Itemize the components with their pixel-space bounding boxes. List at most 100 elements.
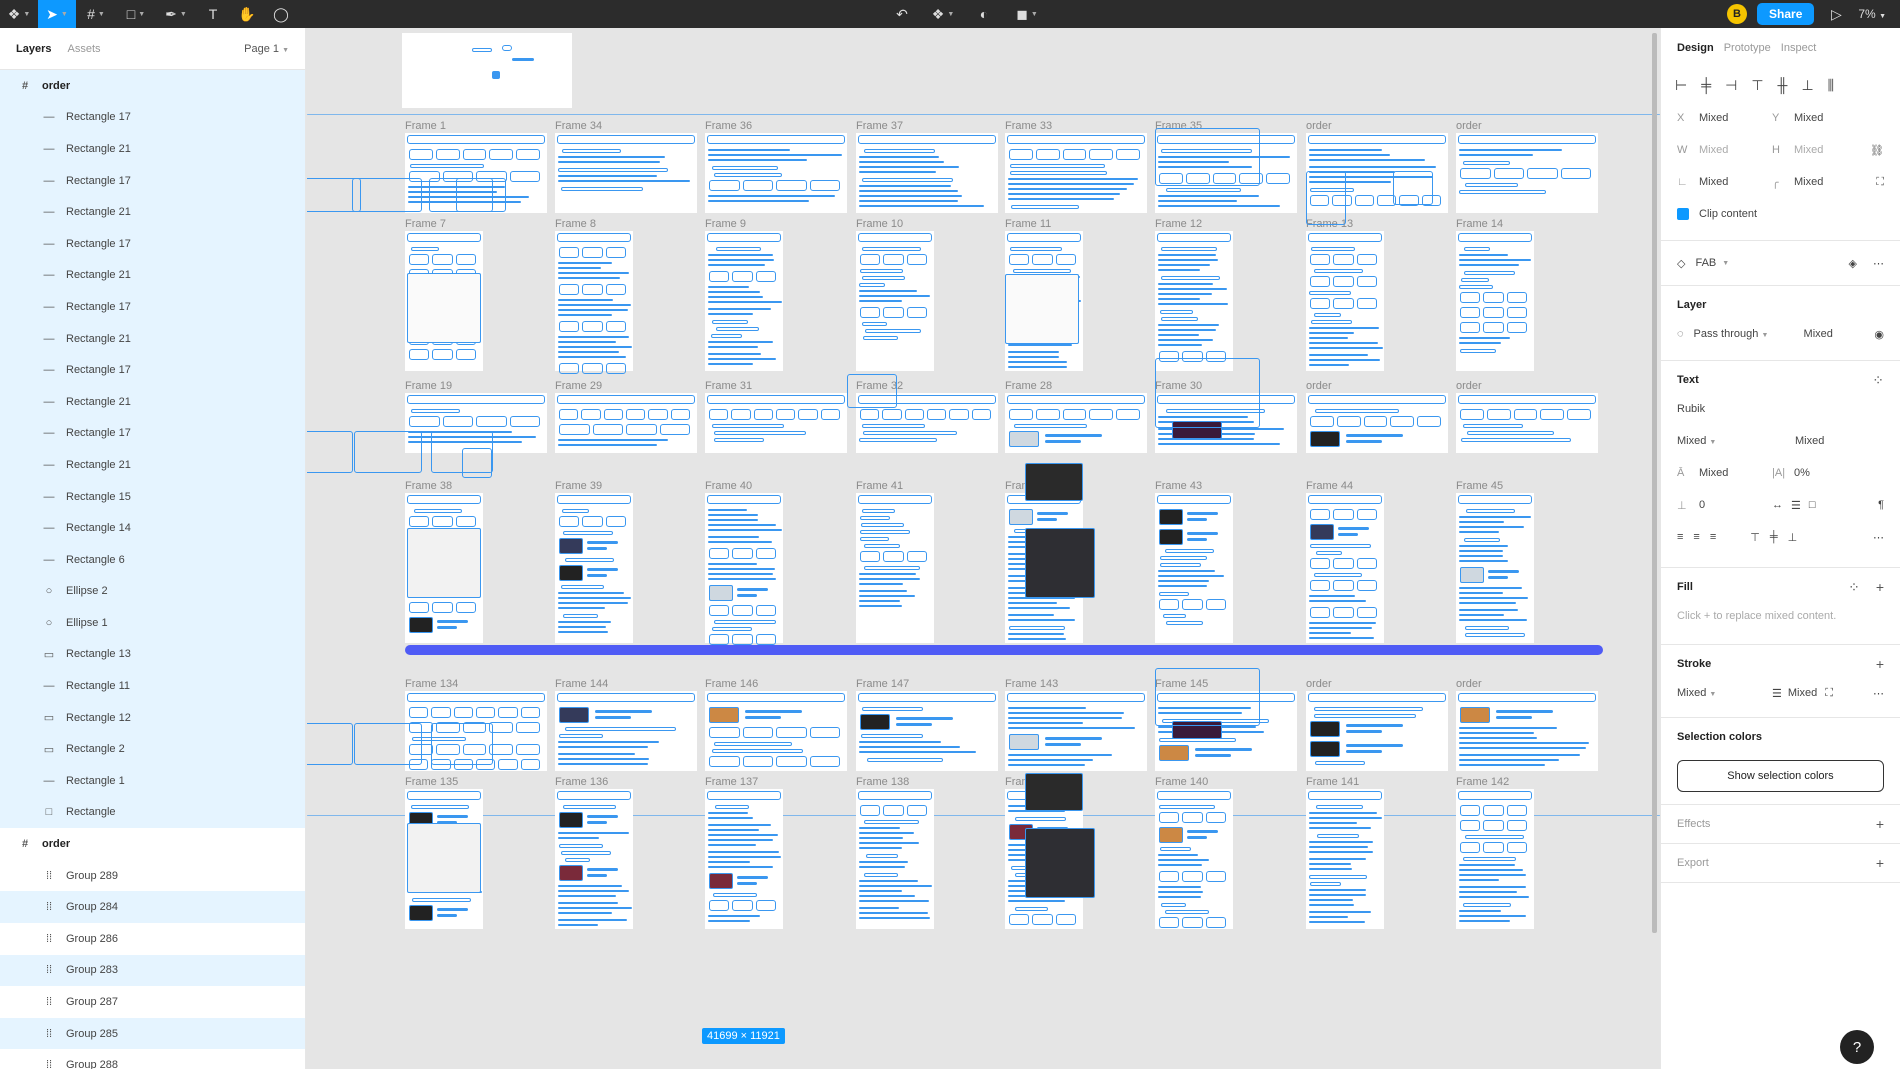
design-frame[interactable] — [856, 133, 998, 213]
design-frame[interactable] — [705, 231, 783, 371]
frame-label[interactable]: order — [1306, 120, 1332, 132]
layer-item[interactable]: ⁞⁞ Group 286 — [0, 923, 305, 955]
design-frame[interactable] — [1306, 493, 1384, 643]
clip-content-checkbox[interactable] — [1677, 208, 1689, 220]
frame-label[interactable]: Frame 147 — [856, 678, 909, 690]
frame-label[interactable]: Frame 31 — [705, 380, 752, 392]
component-button[interactable]: ❖ ▼ — [928, 0, 958, 28]
letter-spacing-input[interactable]: 0% — [1794, 467, 1810, 479]
page-selector[interactable]: Page 1 ▼ — [244, 43, 289, 55]
design-frame[interactable] — [555, 231, 633, 374]
pen-tool-button[interactable]: ✒ ▼ — [156, 0, 196, 28]
frame-label[interactable]: Frame 9 — [705, 218, 746, 230]
constrain-proportions-icon[interactable]: ⛓ — [1870, 144, 1884, 157]
layer-item[interactable]: — Rectangle 1 — [0, 765, 305, 797]
layer-item[interactable]: — Rectangle 21 — [0, 259, 305, 292]
share-button[interactable]: Share — [1757, 3, 1815, 25]
distribute-icon[interactable]: ⫼ — [1828, 77, 1834, 94]
add-effect-icon[interactable]: + — [1876, 816, 1884, 832]
fill-styles-icon[interactable]: ⁘ — [1848, 579, 1860, 596]
frame-label[interactable]: order — [1456, 380, 1482, 392]
align-middle-icon[interactable]: ╫ — [1778, 77, 1788, 93]
design-frame[interactable] — [1155, 231, 1233, 371]
tab-prototype[interactable]: Prototype — [1724, 42, 1771, 54]
vertical-scrollbar[interactable] — [1652, 33, 1657, 933]
frame-label[interactable]: Frame 140 — [1155, 776, 1208, 788]
component-name[interactable]: FAB — [1695, 257, 1716, 269]
stroke-weight-input[interactable]: Mixed — [1788, 687, 1817, 699]
frame-label[interactable]: Frame 14 — [1456, 218, 1503, 230]
layer-item[interactable]: ⁞⁞ Group 287 — [0, 986, 305, 1018]
layer-item[interactable]: ⁞⁞ Group 283 — [0, 954, 305, 987]
align-top-icon[interactable]: ⊤ — [1751, 77, 1763, 94]
layer-item[interactable]: — Rectangle 17 — [0, 164, 305, 197]
design-frame[interactable] — [1005, 691, 1147, 771]
fixed-size-icon[interactable]: □ — [1809, 499, 1816, 511]
move-tool-button[interactable]: ➤ ▼ — [38, 0, 76, 28]
frame-tool-button[interactable]: # ▼ — [76, 0, 116, 28]
show-selection-colors-button[interactable]: Show selection colors — [1677, 760, 1884, 792]
h-input[interactable]: Mixed — [1794, 144, 1823, 156]
layer-item[interactable]: — Rectangle 6 — [0, 543, 305, 576]
frame-label[interactable]: Frame 34 — [555, 120, 602, 132]
design-frame[interactable] — [856, 231, 934, 371]
frame-label[interactable]: Frame 10 — [856, 218, 903, 230]
frame-label[interactable]: Frame 142 — [1456, 776, 1509, 788]
align-bottom-icon[interactable]: ⊥ — [1801, 77, 1813, 94]
y-input[interactable]: Mixed — [1794, 112, 1823, 124]
design-frame[interactable] — [1306, 231, 1384, 371]
layer-item[interactable]: ○ Ellipse 1 — [0, 607, 305, 639]
frame-label[interactable]: Frame 1 — [405, 120, 446, 132]
design-frame[interactable] — [555, 493, 633, 643]
tab-design[interactable]: Design — [1677, 42, 1714, 54]
minimap-frame[interactable] — [402, 33, 572, 108]
auto-height-icon[interactable]: ☰ — [1791, 499, 1801, 512]
design-frame[interactable] — [1005, 393, 1147, 453]
add-export-icon[interactable]: + — [1876, 855, 1884, 871]
blend-mode-select[interactable]: Pass through ▼ — [1694, 328, 1804, 340]
frame-label[interactable]: Frame 44 — [1306, 480, 1353, 492]
tab-layers[interactable]: Layers — [16, 43, 51, 55]
add-stroke-icon[interactable]: + — [1876, 656, 1884, 672]
frame-label[interactable]: order — [1456, 678, 1482, 690]
align-text-top-icon[interactable]: ⊤ — [1750, 531, 1760, 544]
align-text-bottom-icon[interactable]: ⊥ — [1788, 531, 1798, 544]
layer-item[interactable]: — Rectangle 17 — [0, 227, 305, 260]
frame-label[interactable]: Frame 12 — [1155, 218, 1202, 230]
design-frame[interactable] — [1456, 393, 1598, 453]
frame-label[interactable]: order — [1306, 678, 1332, 690]
frame-label[interactable]: Frame 8 — [555, 218, 596, 230]
layer-item[interactable]: — Rectangle 17 — [0, 354, 305, 386]
text-more-icon[interactable]: ⋯ — [1873, 531, 1884, 544]
design-frame[interactable] — [555, 133, 697, 213]
frame-label[interactable]: Frame 138 — [856, 776, 909, 788]
font-weight-select[interactable]: Mixed ▼ — [1677, 435, 1795, 447]
boolean-button[interactable]: ◼ ▼ — [1010, 0, 1044, 28]
design-frame[interactable] — [1306, 691, 1448, 771]
radius-input[interactable]: Mixed — [1794, 176, 1823, 188]
design-frame[interactable] — [705, 393, 847, 453]
tab-inspect[interactable]: Inspect — [1781, 42, 1816, 54]
frame-label[interactable]: Frame 137 — [705, 776, 758, 788]
layer-item[interactable]: — Rectangle 14 — [0, 512, 305, 544]
layer-item[interactable]: — Rectangle 21 — [0, 449, 305, 481]
tab-assets[interactable]: Assets — [67, 43, 100, 55]
stroke-more-icon[interactable]: ⋯ — [1873, 687, 1884, 700]
present-button[interactable]: ▷ — [1824, 0, 1848, 28]
frame-label[interactable]: Frame 146 — [705, 678, 758, 690]
layer-frame-item[interactable]: # order — [0, 70, 305, 102]
mask-button[interactable]: ◐ — [972, 0, 996, 28]
layer-frame-item[interactable]: # order — [0, 828, 305, 860]
frame-label[interactable]: Frame 141 — [1306, 776, 1359, 788]
independent-corners-icon[interactable]: ⛶ — [1876, 176, 1884, 189]
design-frame[interactable] — [856, 691, 998, 771]
align-text-left-icon[interactable]: ≡ — [1677, 531, 1683, 543]
w-input[interactable]: Mixed — [1699, 144, 1728, 156]
frame-label[interactable]: Frame 11 — [1005, 218, 1051, 230]
design-frame[interactable] — [1155, 789, 1233, 929]
design-frame[interactable] — [705, 789, 783, 929]
layer-item[interactable]: — Rectangle 21 — [0, 385, 305, 418]
design-frame[interactable] — [1456, 133, 1598, 213]
design-frame[interactable] — [555, 691, 697, 771]
align-text-center-icon[interactable]: ≡ — [1693, 531, 1699, 543]
